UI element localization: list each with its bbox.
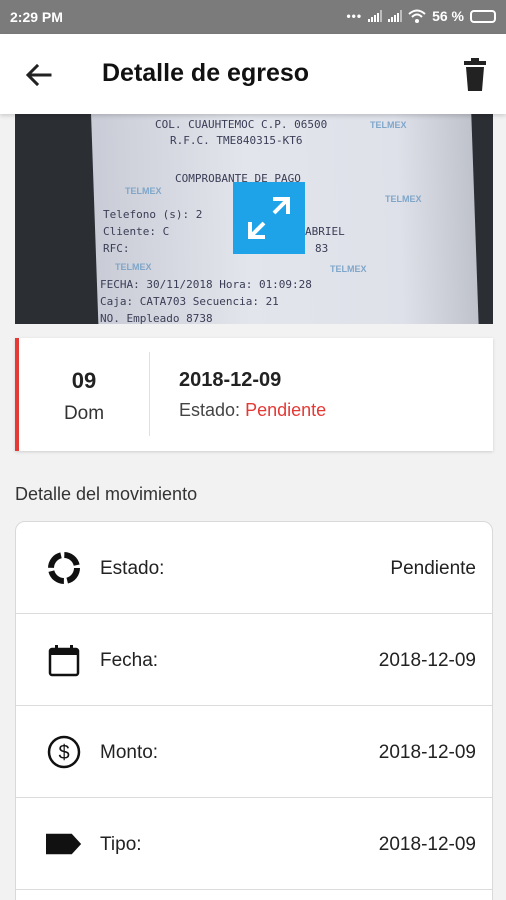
status-cycle-icon [48, 552, 80, 584]
detail-row-monto: $ Monto: 2018-12-09 [16, 706, 492, 798]
receipt-line: FECHA: 30/11/2018 Hora: 01:09:28 [100, 278, 312, 291]
receipt-watermark: TELMEX [330, 264, 367, 274]
receipt-watermark: TELMEX [115, 262, 152, 272]
status-time: 2:29 PM [10, 9, 63, 25]
receipt-line: NO. Empleado 8738 [100, 312, 213, 324]
detail-row-tipo: Tipo: 2018-12-09 [16, 798, 492, 890]
receipt-line: Cliente: C [103, 225, 170, 238]
battery-percent: 56 % [432, 8, 464, 24]
signal-icon-2 [388, 10, 403, 22]
arrow-left-icon[interactable] [22, 58, 56, 92]
receipt-line: 83 [315, 242, 329, 255]
receipt-watermark: TELMEX [125, 186, 162, 196]
receipt-line: Telefono (s): 2 [103, 208, 203, 221]
estado-value: Pendiente [245, 400, 327, 420]
receipt-line: Caja: CATA703 Secuencia: 21 [100, 295, 279, 308]
detail-row-fecha: Fecha: 2018-12-09 [16, 614, 492, 706]
status-bar: 2:29 PM ••• 56 % [0, 0, 506, 34]
receipt-line: RFC: [103, 242, 130, 255]
status-icons: ••• 56 % [346, 8, 496, 24]
receipt-image[interactable]: TELMEX TELMEX TELMEX TELMEX TELMEX COL. … [15, 114, 493, 324]
weekday: Dom [63, 403, 105, 424]
receipt-watermark: TELMEX [385, 194, 422, 204]
dollar-icon: $ [47, 735, 81, 769]
detail-value: 2018-12-09 [378, 650, 476, 671]
page-title: Detalle de egreso [102, 59, 310, 87]
trash-icon[interactable] [460, 58, 490, 92]
detail-label: Estado: [100, 558, 165, 579]
battery-icon [470, 9, 496, 23]
expand-button[interactable] [233, 182, 305, 254]
section-title: Detalle del movimiento [15, 484, 198, 504]
tag-icon [46, 833, 82, 855]
detail-value: 2018-12-09 [378, 834, 476, 855]
detail-label: Fecha: [100, 650, 159, 671]
details-list: Estado: Pendiente Fecha: 2018-12-09 $ Mo… [15, 521, 493, 900]
signal-icon [368, 10, 383, 22]
receipt-line: COL. CUAUHTEMOC C.P. 06500 [155, 118, 328, 131]
detail-label: Tipo: [100, 834, 142, 855]
detail-value: 2018-12-09 [378, 742, 476, 763]
calendar-icon [48, 645, 80, 677]
detail-row-estado: Estado: Pendiente [16, 522, 492, 614]
estado-line: Estado: Pendiente [179, 400, 326, 421]
divider [149, 352, 150, 436]
svg-text:$: $ [58, 742, 69, 764]
estado-label: Estado: [179, 400, 241, 420]
expand-icon [248, 197, 290, 239]
movement-date: 2018-12-09 [179, 369, 282, 391]
day-number: 09 [71, 368, 97, 393]
receipt-line: ABRIEL [305, 225, 345, 238]
dots-icon: ••• [346, 9, 363, 23]
detail-value: Pendiente [390, 558, 476, 579]
detail-label: Monto: [100, 742, 159, 763]
receipt-watermark: TELMEX [370, 120, 407, 130]
app-bar: Detalle de egreso [0, 34, 506, 114]
wifi-icon [408, 9, 426, 23]
date-card: 09 Dom 2018-12-09 Estado: Pendiente [15, 338, 493, 451]
receipt-line: R.F.C. TME840315-KT6 [170, 134, 303, 147]
